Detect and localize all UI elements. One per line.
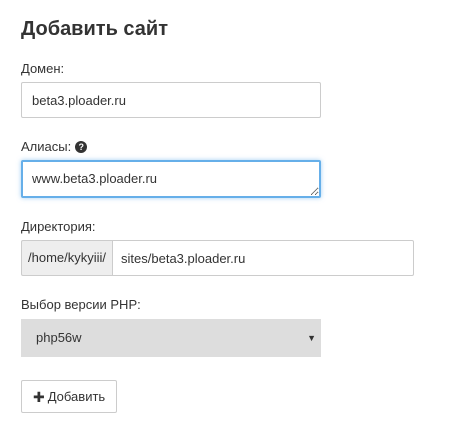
directory-prefix: /home/kykyiii/ [21,240,113,276]
directory-input[interactable] [112,240,414,276]
caret-down-icon: ▼ [307,333,316,343]
domain-label: Домен: [21,61,64,77]
directory-label: Директория: [21,219,96,235]
directory-label-text: Директория: [21,219,96,234]
php-version-label: Выбор версии PHP: [21,297,141,313]
question-circle-icon[interactable]: ? [75,141,88,153]
php-version-select[interactable]: php56w ▼ [21,319,321,357]
aliases-label-text: Алиасы: [21,139,72,154]
php-version-selected: php56w [36,330,82,345]
add-site-page: Добавить сайт Домен: Алиасы: ? www.beta3… [0,0,457,433]
add-site-button-label: Добавить [47,389,106,404]
php-version-label-text: Выбор версии PHP: [21,297,141,312]
domain-label-text: Домен: [21,61,65,76]
domain-input[interactable] [21,82,321,118]
directory-input-group: /home/kykyiii/ [21,240,414,276]
plus-icon: ✚ [33,388,45,405]
aliases-textarea[interactable]: www.beta3.ploader.ru [21,160,321,198]
add-site-button[interactable]: ✚ Добавить [21,380,118,413]
aliases-label: Алиасы: ? [21,139,88,155]
page-title: Добавить сайт [21,18,169,40]
